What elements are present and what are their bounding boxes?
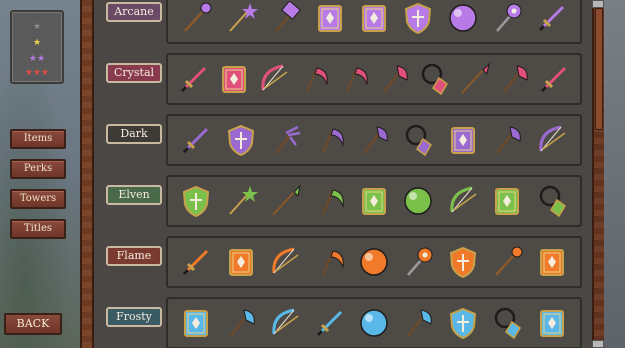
orb-icon[interactable]: [357, 306, 391, 340]
staff-icon[interactable]: [490, 245, 524, 279]
item-strip: [166, 114, 582, 166]
axe-icon[interactable]: [490, 123, 524, 157]
amulet-icon[interactable]: [490, 306, 524, 340]
amulet-icon[interactable]: [535, 184, 569, 218]
spellbook-icon[interactable]: [535, 306, 569, 340]
sword-icon[interactable]: [537, 62, 571, 96]
item-strip: [166, 0, 582, 44]
hammer-icon[interactable]: [268, 1, 302, 35]
shield-icon[interactable]: [224, 123, 258, 157]
shield-icon[interactable]: [446, 245, 480, 279]
category-row-crystal: Crystal: [100, 53, 582, 105]
scrollbar-thumb[interactable]: [595, 8, 603, 130]
wand-icon[interactable]: [224, 184, 258, 218]
spellbook-icon[interactable]: [179, 306, 213, 340]
axe-icon[interactable]: [497, 62, 531, 96]
scythe-icon[interactable]: [297, 62, 331, 96]
scythe-icon[interactable]: [313, 123, 347, 157]
sword-icon[interactable]: [179, 123, 213, 157]
axe-icon[interactable]: [401, 306, 435, 340]
axe-icon[interactable]: [357, 123, 391, 157]
spellbook-icon[interactable]: [217, 62, 251, 96]
category-label-dark: Dark: [106, 124, 162, 144]
sword-icon[interactable]: [535, 1, 569, 35]
star-row-2: ★: [32, 38, 42, 48]
bow-icon[interactable]: [268, 306, 302, 340]
bow-icon[interactable]: [268, 245, 302, 279]
sword-icon[interactable]: [179, 245, 213, 279]
scroll-track: [604, 0, 625, 348]
shield-icon[interactable]: [401, 1, 435, 35]
menu-button-titles[interactable]: Titles: [10, 219, 66, 239]
category-label-frosty: Frosty: [106, 307, 162, 327]
spellbook-icon[interactable]: [535, 245, 569, 279]
star-row-3: ★★: [28, 54, 46, 64]
menu-button-perks[interactable]: Perks: [10, 159, 66, 179]
category-label-arcane: Arcane: [106, 2, 162, 22]
category-row-flame: Flame: [100, 236, 582, 288]
spellbook-icon[interactable]: [357, 1, 391, 35]
back-button[interactable]: BACK: [4, 313, 62, 335]
trident-icon[interactable]: [268, 123, 302, 157]
sword-icon[interactable]: [177, 62, 211, 96]
sword-icon[interactable]: [313, 306, 347, 340]
menu-button-towers[interactable]: Towers: [10, 189, 66, 209]
spellbook-icon[interactable]: [313, 1, 347, 35]
category-label-elven: Elven: [106, 185, 162, 205]
orb-icon[interactable]: [446, 1, 480, 35]
mace-icon[interactable]: [401, 245, 435, 279]
spellbook-icon[interactable]: [224, 245, 258, 279]
spear-icon[interactable]: [268, 184, 302, 218]
mace-icon[interactable]: [490, 1, 524, 35]
shield-icon[interactable]: [179, 184, 213, 218]
axe-icon[interactable]: [377, 62, 411, 96]
scythe-icon[interactable]: [313, 184, 347, 218]
item-strip: [166, 53, 582, 105]
bow-icon[interactable]: [257, 62, 291, 96]
spellbook-icon[interactable]: [357, 184, 391, 218]
category-row-arcane: Arcane: [100, 0, 582, 44]
category-row-frosty: Frosty: [100, 297, 582, 348]
wood-frame-left: [80, 0, 94, 348]
bow-icon[interactable]: [446, 184, 480, 218]
scythe-icon[interactable]: [313, 245, 347, 279]
item-strip: [166, 236, 582, 288]
star-rarity-panel: ★ ★ ★★ ★★★: [10, 10, 64, 84]
axe-icon[interactable]: [224, 306, 258, 340]
spellbook-icon[interactable]: [490, 184, 524, 218]
bow-icon[interactable]: [535, 123, 569, 157]
shield-icon[interactable]: [446, 306, 480, 340]
menu-button-items[interactable]: Items: [10, 129, 66, 149]
star-row-1: ★: [32, 22, 42, 32]
category-row-dark: Dark: [100, 114, 582, 166]
amulet-icon[interactable]: [401, 123, 435, 157]
category-row-elven: Elven: [100, 175, 582, 227]
orb-icon[interactable]: [401, 184, 435, 218]
item-strip: [166, 175, 582, 227]
staff-icon[interactable]: [179, 1, 213, 35]
orb-icon[interactable]: [357, 245, 391, 279]
category-label-flame: Flame: [106, 246, 162, 266]
scroll-down-button[interactable]: [592, 340, 604, 348]
item-strip: [166, 297, 582, 348]
spear-icon[interactable]: [457, 62, 491, 96]
category-list: Arcane Crystal Dark Elven Flame Frosty: [94, 0, 592, 348]
spellbook-icon[interactable]: [446, 123, 480, 157]
category-label-crystal: Crystal: [106, 63, 162, 83]
scroll-up-button[interactable]: [592, 0, 604, 8]
scythe-icon[interactable]: [337, 62, 371, 96]
star-row-4: ★★★: [24, 68, 50, 78]
amulet-icon[interactable]: [417, 62, 451, 96]
wand-icon[interactable]: [224, 1, 258, 35]
